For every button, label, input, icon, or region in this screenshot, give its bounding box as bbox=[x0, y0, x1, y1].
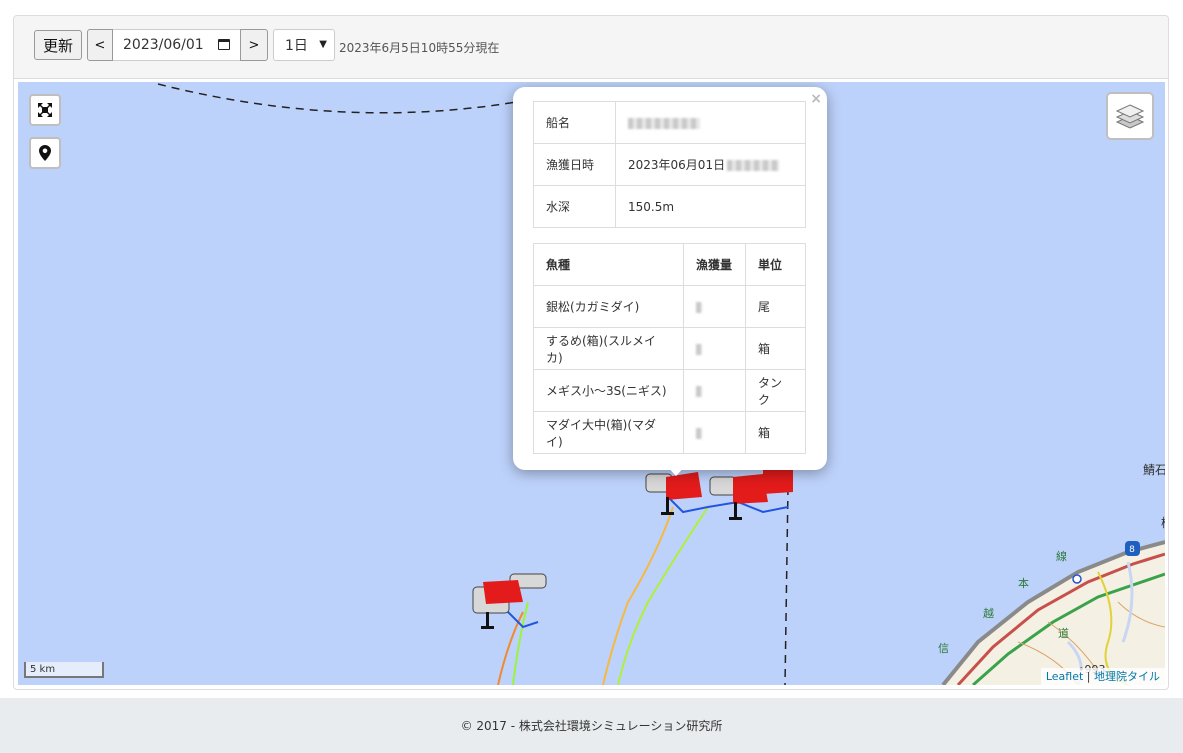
update-button[interactable]: 更新 bbox=[34, 30, 82, 60]
info-key: 水深 bbox=[533, 185, 616, 228]
map-panel: 更新 < 2023/06/01 > 1日 ▼ 2023年6月5日10時55分現在 bbox=[13, 15, 1169, 690]
map-marker-icon bbox=[39, 145, 51, 161]
redacted-text bbox=[727, 160, 780, 171]
line-label-3: 本 bbox=[1018, 576, 1029, 590]
table-row: 水深 150.5m bbox=[533, 185, 806, 228]
period-select[interactable]: 1日 ▼ bbox=[273, 29, 335, 61]
vessel-marker-group-1 bbox=[645, 472, 702, 515]
species-cell: メギス小～3S(ニギス) bbox=[533, 369, 684, 412]
column-header-unit: 単位 bbox=[745, 243, 806, 286]
column-header-amount: 漁獲量 bbox=[683, 243, 746, 286]
place-label-edge: 柿 bbox=[1161, 515, 1165, 530]
unit-cell: タンク bbox=[745, 369, 806, 412]
close-icon[interactable]: × bbox=[810, 91, 822, 107]
table-row: するめ(箱)(スルメイカ) 箱 bbox=[533, 327, 806, 370]
catch-table: 魚種 漁獲量 単位 銀松(カガミダイ) 尾 するめ(箱)(スルメイカ) 箱 メギ… bbox=[533, 243, 806, 454]
info-key: 漁獲日時 bbox=[533, 143, 616, 186]
amount-cell bbox=[683, 411, 746, 454]
unit-cell: 尾 bbox=[745, 285, 806, 328]
unit-cell: 箱 bbox=[745, 327, 806, 370]
line-label-1: 信 bbox=[938, 642, 949, 655]
calendar-icon[interactable] bbox=[218, 39, 230, 50]
track-blue bbox=[667, 496, 789, 514]
leaflet-link[interactable]: Leaflet bbox=[1046, 670, 1083, 683]
table-row: メギス小～3S(ニギス) タンク bbox=[533, 369, 806, 412]
layers-button[interactable] bbox=[1106, 92, 1154, 140]
period-value: 1日 bbox=[285, 38, 308, 54]
map-view[interactable]: 8 鯖石 柿 •993 信 越 本 線 道 bbox=[18, 82, 1165, 685]
popup-tip bbox=[665, 464, 687, 476]
column-header-species: 魚種 bbox=[533, 243, 684, 286]
species-cell: するめ(箱)(スルメイカ) bbox=[533, 327, 684, 370]
catch-popup: × 船名 漁獲日時 2023年06月01日 水深 150.5m 魚種 漁獲量 単… bbox=[513, 87, 827, 470]
vessel-marker-group-3 bbox=[472, 573, 547, 629]
vessel-marker-group-2 bbox=[709, 465, 793, 520]
gsi-tiles-link[interactable]: 地理院タイル bbox=[1094, 670, 1160, 683]
road-label: 道 bbox=[1058, 626, 1069, 640]
redacted-text bbox=[696, 385, 702, 397]
amount-cell bbox=[683, 285, 746, 328]
catch-date-value: 2023年06月01日 bbox=[628, 158, 726, 172]
locate-button[interactable] bbox=[29, 137, 61, 169]
line-label-4: 線 bbox=[1056, 549, 1067, 563]
station-marker bbox=[1072, 574, 1082, 584]
info-key: 船名 bbox=[533, 101, 616, 144]
chevron-down-icon: ▼ bbox=[319, 39, 327, 50]
depth-value: 150.5m bbox=[615, 185, 806, 228]
fullscreen-button[interactable] bbox=[29, 94, 61, 126]
footer: © 2017 - 株式会社環境シミュレーション研究所 bbox=[0, 698, 1183, 753]
boundary-line-top bbox=[157, 83, 529, 114]
date-value: 2023/06/01 bbox=[123, 37, 204, 53]
unit-cell: 箱 bbox=[745, 411, 806, 454]
species-cell: マダイ大中(箱)(マダイ) bbox=[533, 411, 684, 454]
redacted-text bbox=[696, 301, 702, 313]
boundary-line-vertical bbox=[784, 486, 789, 685]
copyright-text: © 2017 - 株式会社環境シミュレーション研究所 bbox=[460, 719, 723, 733]
place-label-sabaishi: 鯖石 bbox=[1143, 463, 1165, 477]
catch-date-cell: 2023年06月01日 bbox=[615, 143, 806, 186]
map-attribution: Leaflet | 地理院タイル bbox=[1040, 668, 1165, 685]
track-green-2 bbox=[512, 601, 529, 685]
fullscreen-icon bbox=[38, 103, 52, 117]
next-date-button[interactable]: > bbox=[240, 29, 268, 61]
scale-bar: 5 km bbox=[24, 662, 104, 678]
redacted-text bbox=[696, 343, 702, 355]
attribution-separator: | bbox=[1083, 670, 1094, 683]
table-header-row: 魚種 漁獲量 単位 bbox=[533, 243, 806, 286]
layers-icon bbox=[1116, 104, 1144, 129]
previous-date-button[interactable]: < bbox=[87, 29, 113, 61]
redacted-text bbox=[628, 117, 700, 129]
amount-cell bbox=[683, 327, 746, 370]
species-cell: 銀松(カガミダイ) bbox=[533, 285, 684, 328]
update-timestamp: 2023年6月5日10時55分現在 bbox=[339, 41, 500, 55]
line-label-2: 越 bbox=[983, 606, 994, 620]
table-row: 銀松(カガミダイ) 尾 bbox=[533, 285, 806, 328]
track-orange bbox=[602, 506, 674, 685]
date-input[interactable]: 2023/06/01 bbox=[113, 29, 240, 61]
table-row: 船名 bbox=[533, 101, 806, 144]
vessel-info-table: 船名 漁獲日時 2023年06月01日 水深 150.5m bbox=[533, 101, 806, 228]
table-row: マダイ大中(箱)(マダイ) 箱 bbox=[533, 411, 806, 454]
redacted-text bbox=[696, 427, 702, 439]
route-number-label: 8 bbox=[1129, 545, 1135, 555]
table-row: 漁獲日時 2023年06月01日 bbox=[533, 143, 806, 186]
vessel-name-cell bbox=[615, 101, 806, 144]
toolbar: 更新 < 2023/06/01 > 1日 ▼ 2023年6月5日10時55分現在 bbox=[14, 16, 1168, 79]
amount-cell bbox=[683, 369, 746, 412]
